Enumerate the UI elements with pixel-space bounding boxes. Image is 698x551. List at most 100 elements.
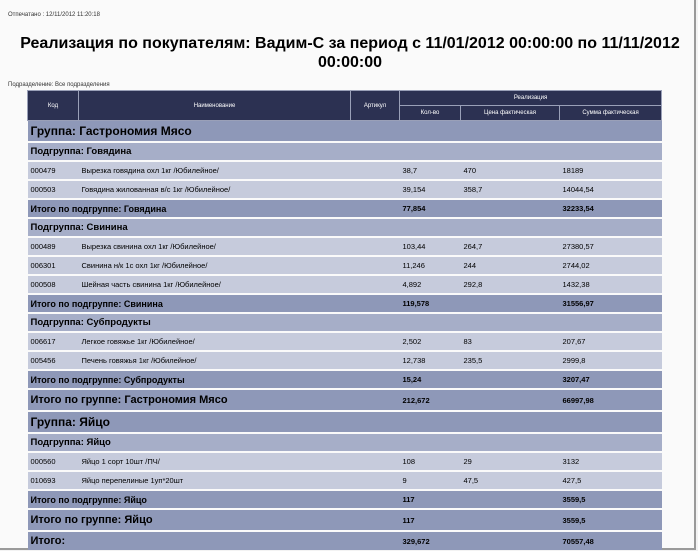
cell-name: Яйцо перепелиные 1уп*20шт	[78, 472, 351, 489]
total-price	[460, 510, 560, 530]
column-header-qty: Кол-во	[399, 105, 461, 121]
cell-price: 358,7	[460, 181, 560, 198]
group-label: Группа: Яйцо	[27, 412, 662, 432]
total-qty: 15,24	[399, 371, 461, 388]
cell-article	[350, 181, 400, 198]
column-header-name: Наименование	[78, 90, 351, 121]
table-row: 000489 Вырезка свинина охл 1кг /Юбилейное…	[27, 238, 662, 255]
cell-article	[350, 257, 400, 274]
group-total-row: Итого по группе: Гастрономия Мясо 212,672…	[27, 390, 662, 410]
subgroup-total-row: Итого по подгруппе: Яйцо 117 3559,5	[27, 491, 662, 508]
cell-name: Легкое говяжье 1кг /Юбилейное/	[78, 333, 351, 350]
cell-sum: 2999,8	[559, 352, 662, 369]
cell-code: 006301	[27, 257, 79, 274]
cell-qty: 11,246	[399, 257, 461, 274]
cell-sum: 1432,38	[559, 276, 662, 293]
total-label: Итого по подгруппе: Говядина	[27, 200, 400, 217]
total-sum: 3207,47	[559, 371, 662, 388]
report-page: Отпечатано : 12/11/2012 11:20:18 Реализа…	[0, 0, 696, 550]
cell-name: Печень говяжья 1кг /Юбилейное/	[78, 352, 351, 369]
cell-sum: 3132	[559, 453, 662, 470]
total-label: Итого по подгруппе: Субпродукты	[27, 371, 400, 388]
cell-article	[350, 238, 400, 255]
subgroup-row: Подгруппа: Яйцо	[27, 434, 662, 451]
cell-qty: 39,154	[399, 181, 461, 198]
group-row: Группа: Гастрономия Мясо	[27, 120, 662, 141]
table-row: 000560 Яйцо 1 сорт 10шт /ПЧ/108 29 3132	[27, 453, 662, 470]
cell-article	[350, 333, 400, 350]
subgroup-label: Подгруппа: Говядина	[27, 143, 662, 160]
total-price	[460, 200, 560, 217]
cell-price: 470	[460, 162, 560, 179]
cell-qty: 4,892	[399, 276, 461, 293]
total-qty: 212,672	[399, 390, 461, 410]
cell-price: 264,7	[460, 238, 560, 255]
total-sum: 70557,48	[559, 532, 662, 550]
cell-article	[350, 162, 400, 179]
subgroup-total-row: Итого по подгруппе: Свинина 119,578 31556,…	[27, 295, 662, 312]
total-qty: 329,672	[399, 532, 461, 550]
cell-sum: 427,5	[559, 472, 662, 489]
cell-qty: 12,738	[399, 352, 461, 369]
cell-name: Вырезка свинина охл 1кг /Юбилейное/	[78, 238, 351, 255]
cell-qty: 103,44	[399, 238, 461, 255]
report-body: Группа: Гастрономия Мясо Подгруппа: Говяд…	[27, 120, 662, 550]
report-title: Реализация по покупателям: Вадим-С за пе…	[20, 35, 680, 71]
table-row: 006617 Легкое говяжье 1кг /Юбилейное/2,50…	[27, 333, 662, 350]
cell-qty: 2,502	[399, 333, 461, 350]
cell-qty: 108	[399, 453, 461, 470]
table-row: 006301 Свинина н/к 1с охл 1кг /Юбилейное/…	[27, 257, 662, 274]
total-price	[460, 371, 560, 388]
total-sum: 31556,97	[559, 295, 662, 312]
total-sum: 3559,5	[559, 491, 662, 508]
cell-article	[350, 276, 400, 293]
cell-code: 000560	[27, 453, 79, 470]
total-sum: 32233,54	[559, 200, 662, 217]
table-row: 000508 Шейная часть свинина 1кг /Юбилейно…	[27, 276, 662, 293]
total-label: Итого по подгруппе: Яйцо	[27, 491, 400, 508]
cell-code: 000508	[27, 276, 79, 293]
table-row: 005456 Печень говяжья 1кг /Юбилейное/12,7…	[27, 352, 662, 369]
grand-total-row: Итого: 329,672 70557,48	[27, 532, 662, 550]
cell-code: 010693	[27, 472, 79, 489]
cell-article	[350, 352, 400, 369]
cell-price: 29	[460, 453, 560, 470]
total-qty: 119,578	[399, 295, 461, 312]
group-row: Группа: Яйцо	[27, 412, 662, 432]
printed-timestamp: Отпечатано : 12/11/2012 11:20:18	[8, 12, 100, 18]
total-qty: 117	[399, 491, 461, 508]
total-sum: 66997,98	[559, 390, 662, 410]
total-label: Итого по подгруппе: Свинина	[27, 295, 400, 312]
subgroup-label: Подгруппа: Яйцо	[27, 434, 662, 451]
total-price	[460, 390, 560, 410]
subgroup-total-row: Итого по подгруппе: Субпродукты 15,24 3207…	[27, 371, 662, 388]
cell-sum: 207,67	[559, 333, 662, 350]
cell-price: 244	[460, 257, 560, 274]
total-price	[460, 532, 560, 550]
cell-article	[350, 472, 400, 489]
total-label: Итого по группе: Гастрономия Мясо	[27, 390, 400, 410]
total-label: Итого по группе: Яйцо	[27, 510, 400, 530]
cell-name: Вырезка говядина охл 1кг /Юбилейное/	[78, 162, 351, 179]
cell-code: 005456	[27, 352, 79, 369]
cell-name: Говядина жилованная в/с 1кг /Юбилейное/	[78, 181, 351, 198]
total-price	[460, 491, 560, 508]
cell-article	[350, 453, 400, 470]
cell-name: Яйцо 1 сорт 10шт /ПЧ/	[78, 453, 351, 470]
cell-price: 47,5	[460, 472, 560, 489]
column-header-code: Код	[27, 90, 79, 121]
column-header-price: Цена фактическая	[460, 105, 560, 121]
subgroup-row: Подгруппа: Говядина	[27, 143, 662, 160]
cell-code: 000489	[27, 238, 79, 255]
division-label: Подразделение: Все подразделения	[8, 82, 110, 88]
subgroup-row: Подгруппа: Субпродукты	[27, 314, 662, 331]
cell-qty: 9	[399, 472, 461, 489]
total-label: Итого:	[27, 532, 400, 550]
cell-price: 83	[460, 333, 560, 350]
cell-sum: 14044,54	[559, 181, 662, 198]
cell-name: Шейная часть свинина 1кг /Юбилейное/	[78, 276, 351, 293]
cell-sum: 18189	[559, 162, 662, 179]
cell-sum: 27380,57	[559, 238, 662, 255]
column-header-article: Артикул	[350, 90, 400, 121]
total-qty: 117	[399, 510, 461, 530]
